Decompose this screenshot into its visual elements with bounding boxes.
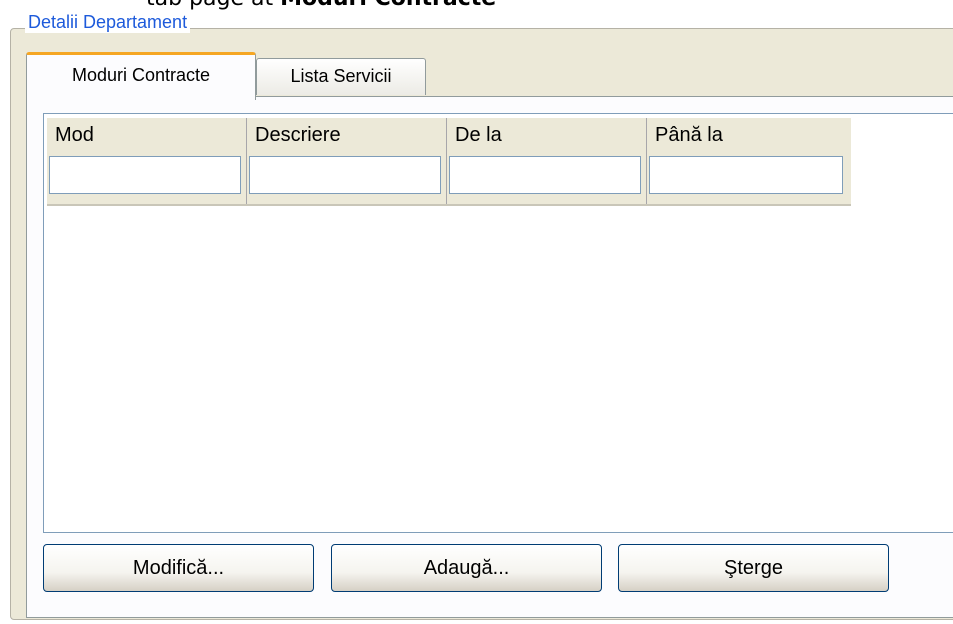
column-descriere[interactable]: Descriere <box>247 118 447 204</box>
tab-moduri-contracte[interactable]: Moduri Contracte <box>26 52 256 100</box>
tab-lista-servicii[interactable]: Lista Servicii <box>256 58 426 95</box>
column-pana-la[interactable]: Până la <box>647 118 850 204</box>
filter-input-descriere[interactable] <box>249 156 441 194</box>
column-mod[interactable]: Mod <box>47 118 247 204</box>
filter-input-mod[interactable] <box>49 156 241 194</box>
modify-button[interactable]: Modifică... <box>43 544 314 592</box>
contract-modes-grid[interactable]: Mod Descriere De la Până la <box>43 113 953 533</box>
groupbox-title: Detalii Departament <box>25 11 191 33</box>
column-de-la[interactable]: De la <box>447 118 647 204</box>
grid-header: Mod Descriere De la Până la <box>47 118 851 206</box>
filter-input-de-la[interactable] <box>449 156 641 194</box>
delete-button[interactable]: Şterge <box>618 544 889 592</box>
column-header-label: De la <box>455 124 502 146</box>
column-header-label: Mod <box>55 124 94 146</box>
column-header-label: Descriere <box>255 124 341 146</box>
column-header-label: Până la <box>655 124 723 146</box>
add-button[interactable]: Adaugă... <box>331 544 602 592</box>
filter-input-pana-la[interactable] <box>649 156 843 194</box>
